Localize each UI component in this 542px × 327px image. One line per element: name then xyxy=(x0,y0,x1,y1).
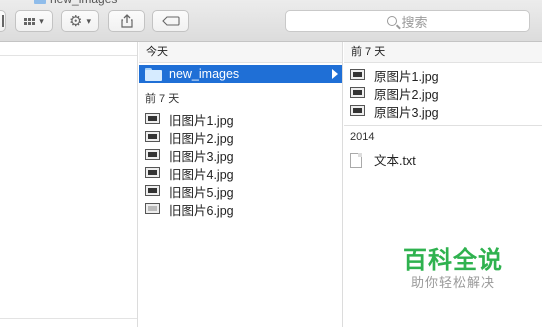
column-current[interactable]: 今天 new_images 前 7 天 旧图片1.jpg 旧图片2.jpg 旧图… xyxy=(139,42,343,327)
list-item[interactable]: 旧图片5.jpg xyxy=(139,182,342,200)
list-item[interactable]: 原图片3.jpg xyxy=(344,102,542,120)
image-icon xyxy=(350,69,365,80)
list-item[interactable]: 旧图片6.jpg xyxy=(139,200,342,218)
list-item[interactable]: 原图片1.jpg xyxy=(344,66,542,84)
image-icon xyxy=(145,185,160,196)
image-icon xyxy=(145,131,160,142)
toolbar: new_images ▾ ⚙ ▾ 搜索 xyxy=(0,0,542,42)
back-forward-button[interactable] xyxy=(0,10,6,32)
chevron-down-icon: ▾ xyxy=(39,15,44,26)
tag-icon xyxy=(161,16,180,26)
watermark-title: 百科全说 xyxy=(403,247,503,274)
watermark: 百科全说 助你轻松解决 xyxy=(398,248,508,292)
folder-icon xyxy=(34,0,46,5)
image-icon xyxy=(350,87,365,98)
column-parent[interactable]: g g g g g g g g g g g g g xyxy=(0,42,138,327)
group-label-week: 前 7 天 xyxy=(145,93,180,105)
search-icon xyxy=(387,16,398,26)
gear-icon: ⚙ xyxy=(69,12,83,30)
group-header-week: 前 7 天 xyxy=(344,42,542,63)
image-icon xyxy=(350,105,365,116)
image-icon xyxy=(145,149,160,160)
watermark-subtitle: 助你轻松解决 xyxy=(410,275,495,290)
list-item[interactable]: 文本.txt xyxy=(344,150,542,168)
folder-icon xyxy=(145,68,162,81)
chevron-down-icon: ▾ xyxy=(86,15,91,26)
list-item[interactable]: 原图片2.jpg xyxy=(344,84,542,102)
image-icon xyxy=(145,113,160,124)
list-item[interactable]: 旧图片1.jpg xyxy=(139,110,342,128)
list-item[interactable]: 旧图片2.jpg xyxy=(139,128,342,146)
list-item[interactable]: 旧图片3.jpg xyxy=(139,146,342,164)
text-file-icon xyxy=(350,153,362,168)
search-placeholder: 搜索 xyxy=(401,14,428,30)
search-input[interactable]: 搜索 xyxy=(285,10,530,32)
group-header-today: 今天 xyxy=(139,42,342,63)
list-item-new-images-folder[interactable]: new_images xyxy=(139,65,342,83)
list-item[interactable]: 旧图片4.jpg xyxy=(139,164,342,182)
group-divider xyxy=(344,125,542,126)
action-menu-button[interactable]: ⚙ ▾ xyxy=(61,10,99,32)
image-icon xyxy=(145,167,160,178)
tag-button[interactable] xyxy=(152,10,189,32)
image-icon xyxy=(145,203,160,214)
share-button[interactable] xyxy=(108,10,145,32)
disclosure-arrow-icon xyxy=(332,69,338,79)
share-icon xyxy=(120,14,133,28)
window-title: new_images xyxy=(34,0,117,6)
view-options-button[interactable]: ▾ xyxy=(15,10,53,32)
grid-view-icon xyxy=(24,17,36,25)
group-label-year: 2014 xyxy=(350,131,375,143)
